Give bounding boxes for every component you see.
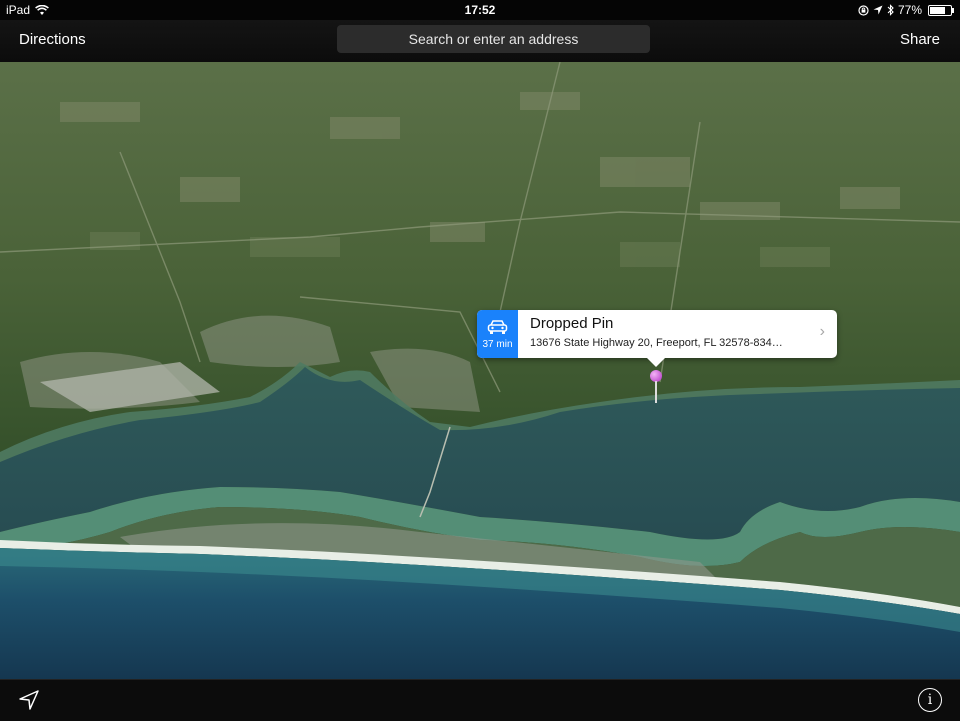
search-input[interactable]: Search or enter an address <box>337 25 650 53</box>
bottom-toolbar: i <box>0 679 960 721</box>
location-arrow-icon <box>873 5 883 15</box>
pin-stem <box>655 381 657 403</box>
callout-title: Dropped Pin <box>530 315 614 332</box>
battery-icon <box>928 4 954 16</box>
car-icon <box>487 320 508 334</box>
status-right: 77% <box>858 0 954 20</box>
clock: 17:52 <box>464 3 496 17</box>
dropped-pin-callout[interactable]: 37 min Dropped Pin 13676 State Highway 2… <box>477 310 837 367</box>
chevron-right-icon[interactable]: › <box>820 323 825 341</box>
nav-bar: Directions Search or enter an address Sh… <box>0 20 960 63</box>
map-imagery <box>0 62 960 679</box>
callout-address: 13676 State Highway 20, Freeport, FL 325… <box>530 337 783 349</box>
share-button[interactable]: Share <box>900 20 940 62</box>
drive-time: 37 min <box>482 339 513 350</box>
directions-button[interactable]: Directions <box>19 20 86 62</box>
bluetooth-icon <box>887 4 894 16</box>
info-icon[interactable]: i <box>918 688 942 712</box>
location-arrow-icon[interactable] <box>18 689 40 711</box>
battery-percent: 77% <box>897 3 922 17</box>
dropped-pin[interactable] <box>650 370 662 404</box>
rotation-lock-icon <box>858 4 869 16</box>
drive-directions-button[interactable]: 37 min <box>477 310 518 358</box>
status-bar: iPad 17:52 77% <box>0 0 960 20</box>
battery-level <box>930 6 946 14</box>
satellite-map[interactable]: 37 min Dropped Pin 13676 State Highway 2… <box>0 62 960 679</box>
